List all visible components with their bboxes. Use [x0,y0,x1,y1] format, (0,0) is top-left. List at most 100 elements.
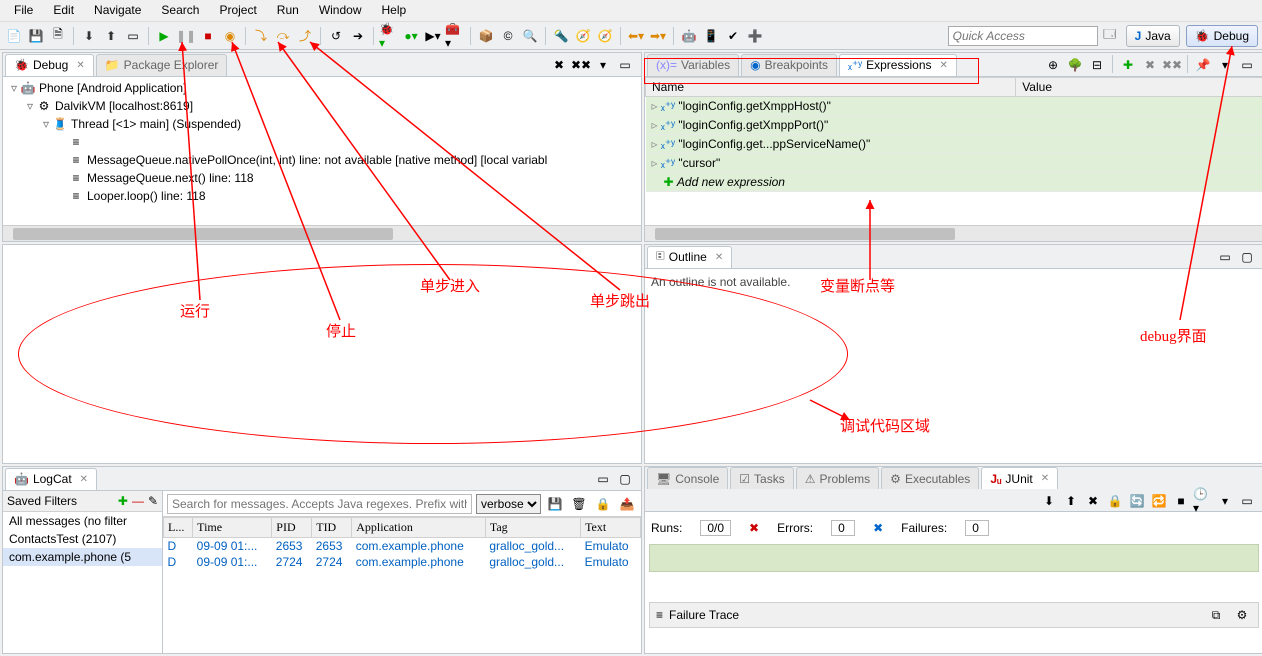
tree-row[interactable]: ▿🧵Thread [<1> main] (Suspended) [7,115,637,133]
search-icon[interactable]: 🔦 [551,26,571,46]
drop-frame-icon[interactable]: ↺ [326,26,346,46]
tab-outline[interactable]: 🗉Outline✕ [647,246,732,268]
box-icon[interactable]: ▭ [123,26,143,46]
view-menu-icon[interactable]: ▾ [593,55,613,75]
minimize-icon[interactable]: ▭ [593,469,613,489]
step-return-icon[interactable]: ⤴ [295,26,315,46]
minimize-icon[interactable]: ▭ [1237,491,1257,511]
type-icon[interactable]: ⊕ [1043,55,1063,75]
log-row[interactable]: D09-09 01:...26532653com.example.phonegr… [164,538,641,555]
ext-tools-icon[interactable]: 🧰▾ [445,26,465,46]
next-fail-icon[interactable]: ⬇ [1039,491,1059,511]
log-row[interactable]: D09-09 01:...27242724com.example.phonegr… [164,554,641,570]
log-col[interactable]: TID [312,518,352,538]
tree-row[interactable]: ▿⚙DalvikVM [localhost:8619] [7,97,637,115]
minimize-icon[interactable]: ▭ [615,55,635,75]
lock-icon[interactable]: 🔒 [1105,491,1125,511]
clear-log-icon[interactable]: 🗑 [569,494,589,514]
col-value[interactable]: Value [1016,78,1262,97]
tab-executables[interactable]: ⚙Executables [881,467,979,489]
open-type-icon[interactable]: 🔍 [520,26,540,46]
minimize-icon[interactable]: ▭ [1215,247,1235,267]
disconnect-icon[interactable]: ◉ [220,26,240,46]
menu-search[interactable]: Search [151,0,209,21]
log-table[interactable]: L...TimePIDTIDApplicationTagText D09-09 … [163,517,641,570]
scrollbar-horizontal[interactable] [645,225,1262,241]
log-col[interactable]: Application [352,518,486,538]
new-icon[interactable]: 📄 [4,26,24,46]
tab-variables[interactable]: (x)=Variables [647,54,739,76]
tree-icon[interactable]: 🌳 [1065,55,1085,75]
add-expression-row[interactable]: ✚ Add new expression [646,173,1262,192]
debug-icon[interactable]: 🐞▾ [379,26,399,46]
log-col[interactable]: Text [581,518,641,538]
run-last-icon[interactable]: ▶▾ [423,26,443,46]
suspend-icon[interactable]: ❚❚ [176,26,196,46]
back-icon[interactable]: ⬅▾ [626,26,646,46]
view-menu-icon[interactable]: ▾ [1215,491,1235,511]
remove-all-icon[interactable]: ✖✖ [571,55,591,75]
log-col[interactable]: Tag [485,518,580,538]
tab-console[interactable]: 🖥Console [647,467,728,489]
filter-item[interactable]: com.example.phone (5 [3,548,162,566]
export-icon[interactable]: ⬆ [101,26,121,46]
expression-row[interactable]: ▹ ₓ⁺ʸ "loginConfig.getXmppHost()" [646,97,1262,116]
perspective-java[interactable]: JJava [1126,25,1180,47]
maximize-icon[interactable]: ▢ [1237,247,1257,267]
log-level-select[interactable]: verbose [476,494,541,514]
save-log-icon[interactable]: 💾 [545,494,565,514]
close-icon[interactable]: ✕ [76,60,84,71]
expression-row[interactable]: ▹ ₓ⁺ʸ "loginConfig.getXmppPort()" [646,116,1262,135]
add-icon[interactable]: ✚ [1118,55,1138,75]
tab-expressions[interactable]: ₓ⁺ʸExpressions✕ [839,54,957,76]
scroll-lock-icon[interactable]: 🔒 [593,494,613,514]
import-icon[interactable]: ⬇ [79,26,99,46]
expressions-table[interactable]: Name Value ▹ ₓ⁺ʸ "loginConfig.getXmppHos… [645,77,1262,192]
run-icon[interactable]: ●▾ [401,26,421,46]
close-icon[interactable]: ✕ [1041,473,1049,484]
maximize-icon[interactable]: ▢ [615,469,635,489]
menu-window[interactable]: Window [309,0,372,21]
junit-results-area[interactable] [649,544,1259,572]
rerun-icon[interactable]: 🔄 [1127,491,1147,511]
fail-only-icon[interactable]: ✖ [1083,491,1103,511]
step-into-icon[interactable]: ⤵ [251,26,271,46]
close-icon[interactable]: ✕ [715,252,723,263]
android-lint-icon[interactable]: ✔ [723,26,743,46]
expression-row[interactable]: ▹ ₓ⁺ʸ "loginConfig.get...ppServiceName()… [646,135,1262,154]
tree-row[interactable]: ≡Looper.loop() line: 118 [7,187,637,205]
new-class-icon[interactable]: © [498,26,518,46]
history-icon[interactable]: 🕒▾ [1193,491,1213,511]
rerun-fail-icon[interactable]: 🔁 [1149,491,1169,511]
android-avd-icon[interactable]: 📱 [701,26,721,46]
nav-icon[interactable]: 🧭 [595,26,615,46]
edit-filter-icon[interactable]: ✎ [148,494,158,508]
pin-icon[interactable]: 📌 [1193,55,1213,75]
forward-icon[interactable]: ➡▾ [648,26,668,46]
android-new-icon[interactable]: ➕ [745,26,765,46]
remove-icon[interactable]: ✖ [1140,55,1160,75]
tab-package-explorer[interactable]: 📁Package Explorer [96,54,228,76]
log-search-input[interactable] [167,494,472,514]
close-icon[interactable]: ✕ [80,474,88,485]
compare-icon[interactable]: ⧉ [1206,605,1226,625]
view-menu-icon[interactable]: ▾ [1215,55,1235,75]
menu-file[interactable]: File [4,0,43,21]
log-col[interactable]: PID [272,518,312,538]
expression-row[interactable]: ▹ ₓ⁺ʸ "cursor" [646,154,1262,173]
editor-area-panel[interactable] [2,244,642,464]
menu-run[interactable]: Run [267,0,309,21]
open-perspective-icon[interactable]: 🗔 [1100,26,1120,46]
prev-fail-icon[interactable]: ⬆ [1061,491,1081,511]
export-log-icon[interactable]: 📤 [617,494,637,514]
menu-edit[interactable]: Edit [43,0,84,21]
menu-project[interactable]: Project [209,0,266,21]
tab-problems[interactable]: ⚠Problems [796,467,879,489]
remove-icon[interactable]: ✖ [549,55,569,75]
step-filter-icon[interactable]: ➔ [348,26,368,46]
col-name[interactable]: Name [646,78,1016,97]
tree-row[interactable]: ≡MessageQueue.nativePollOnce(int, int) l… [7,151,637,169]
terminate-icon[interactable]: ■ [198,26,218,46]
filter-item[interactable]: ContactsTest (2107) [3,530,162,548]
menu-navigate[interactable]: Navigate [84,0,151,21]
